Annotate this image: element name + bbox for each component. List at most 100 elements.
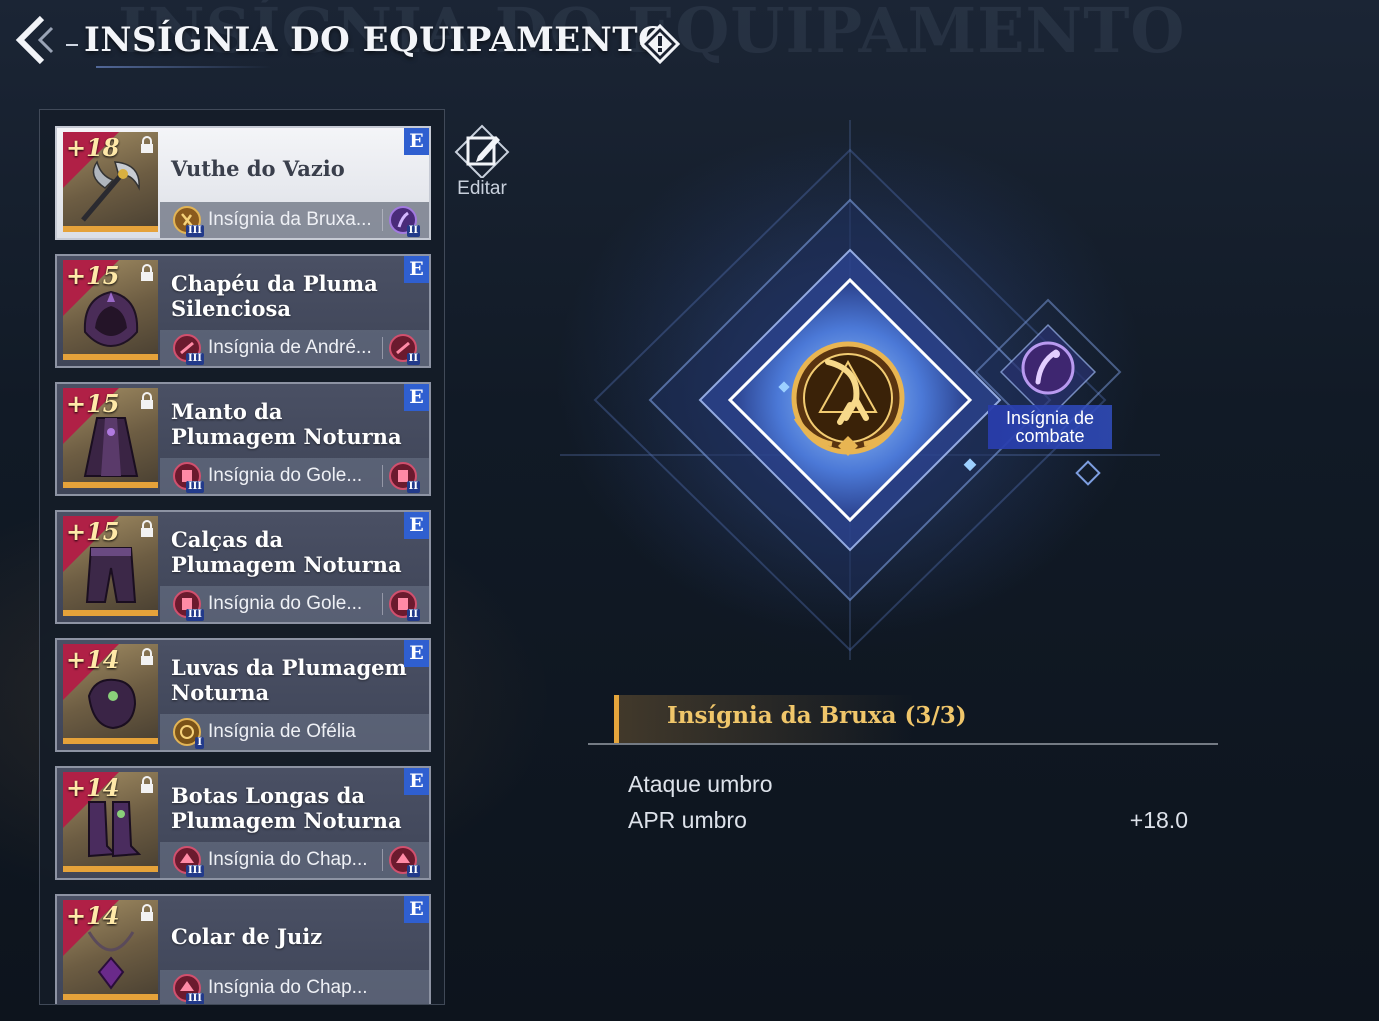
item-name: Vuthe do Vazio [171, 155, 345, 181]
title-underline [96, 66, 271, 68]
edit-button[interactable]: Editar [452, 124, 512, 204]
divider [382, 465, 383, 487]
lock-icon [141, 776, 153, 793]
necklace-icon [87, 931, 135, 990]
insignia-row: III Insígnia da Bruxa... II [160, 202, 429, 238]
detail-divider [588, 743, 1218, 745]
equipment-item-luvas[interactable]: +14 Luvas da Plumagem Noturna E I Insígn… [55, 638, 431, 752]
lock-icon [141, 648, 153, 665]
equipment-item-colar[interactable]: +14 Colar de Juiz E III Insígnia do Chap… [55, 894, 431, 1004]
item-name: Manto da Plumagem Noturna [171, 399, 402, 449]
insignia-name: Insígnia da Bruxa... [208, 209, 372, 230]
golem-insignia-icon: II [388, 461, 420, 493]
cloak-icon [83, 417, 139, 477]
grade-badge: E [404, 256, 429, 283]
hood-icon [83, 290, 139, 348]
witch-claw-insignia-icon [791, 341, 905, 456]
scythe-icon [81, 160, 140, 222]
tier-label: II [406, 609, 420, 621]
item-thumbnail: +15 [63, 260, 158, 360]
equipment-item-chapeu[interactable]: +15 Chapéu da Pluma Silenciosa E III Ins… [55, 254, 431, 368]
divider [382, 849, 383, 871]
insignia-name: Insígnia de André... [208, 337, 372, 358]
item-thumbnail: +14 [63, 772, 158, 872]
stat-label: APR umbro [628, 807, 747, 833]
tier-label: I [195, 737, 204, 749]
lock-icon [141, 136, 153, 153]
lock-icon [141, 392, 153, 409]
stat-value: +18.0 [1129, 807, 1188, 833]
witch-insignia-icon: III [172, 205, 204, 237]
set-bonus-title: Insígnia da Bruxa (3/3) [667, 702, 967, 729]
stat-label: Ataque umbro [628, 771, 773, 797]
red-insignia-icon: II [388, 333, 420, 365]
tier-label: II [406, 865, 420, 877]
info-button[interactable] [639, 23, 681, 65]
equipment-item-manto[interactable]: +15 Manto da Plumagem Noturna E III Insí… [55, 382, 431, 496]
tier-label: III [185, 993, 204, 1004]
divider [382, 209, 383, 231]
hat-insignia-icon: III [172, 973, 204, 1004]
item-name: Botas Longas da Plumagem Noturna [171, 783, 402, 833]
insignia-name: Insígnia do Gole... [208, 593, 363, 614]
combat-insignia-icon: II [388, 205, 420, 237]
tier-label: III [185, 353, 204, 365]
golem-insignia-icon: II [388, 589, 420, 621]
title-dash [66, 44, 78, 46]
insignia-row: III Insígnia do Chap... II [160, 842, 429, 878]
equipment-item-vuthe-do-vazio[interactable]: +18 Vuthe do Vazio E III Insígnia da Bru… [55, 126, 431, 240]
alert-diamond-icon [639, 23, 681, 65]
grade-badge: E [404, 512, 429, 539]
combat-insignia-label: Insígnia de combate [988, 405, 1112, 449]
item-name: Luvas da Plumagem Noturna [171, 655, 407, 705]
tier-label: III [185, 609, 204, 621]
insignia-row: III Insígnia de André... II [160, 330, 429, 366]
insignia-row: III Insígnia do Gole... II [160, 458, 429, 494]
item-thumbnail: +15 [63, 516, 158, 616]
grade-badge: E [404, 640, 429, 667]
insignia-row: III Insígnia do Gole... II [160, 586, 429, 622]
page-title: INSÍGNIA DO EQUIPAMENTO [84, 20, 669, 60]
item-thumbnail: +15 [63, 388, 158, 488]
lock-icon [141, 520, 153, 537]
tier-label: II [406, 481, 420, 493]
golem-insignia-icon: III [172, 589, 204, 621]
insignia-name: Insígnia do Chap... [208, 977, 368, 998]
ophelia-insignia-icon: I [172, 717, 204, 749]
lock-icon [141, 904, 153, 921]
tier-label: III [185, 481, 204, 493]
equipment-item-calcas[interactable]: +15 Calças da Plumagem Noturna E III Ins… [55, 510, 431, 624]
grade-badge: E [404, 896, 429, 923]
hat-insignia-icon: III [172, 845, 204, 877]
hat-insignia-icon: II [388, 845, 420, 877]
grade-badge: E [404, 768, 429, 795]
item-thumbnail: +14 [63, 900, 158, 1000]
edit-icon [454, 124, 510, 180]
grade-badge: E [404, 128, 429, 155]
equipment-item-botas[interactable]: +14 Botas Longas da Plumagem Noturna E I… [55, 766, 431, 880]
tier-label: II [406, 225, 420, 237]
insignia-name: Insígnia do Chap... [208, 849, 368, 870]
golem-insignia-icon: III [172, 461, 204, 493]
equipment-list[interactable]: +18 Vuthe do Vazio E III Insígnia da Bru… [39, 109, 445, 1005]
back-button[interactable] [12, 14, 58, 66]
grade-badge: E [404, 384, 429, 411]
item-thumbnail: +18 [63, 132, 158, 232]
item-thumbnail: +14 [63, 644, 158, 744]
item-name: Colar de Juiz [171, 923, 323, 949]
insignia-name: Insígnia de Ofélia [208, 721, 356, 742]
item-name: Chapéu da Pluma Silenciosa [171, 271, 378, 321]
tier-label: II [406, 353, 420, 365]
gloves-icon [87, 678, 137, 730]
tier-label: III [185, 225, 204, 237]
insignia-name: Insígnia do Gole... [208, 465, 363, 486]
edit-label: Editar [457, 178, 507, 199]
insignia-row: I Insígnia de Ofélia [160, 714, 429, 750]
combat-insignia-icon [1021, 341, 1075, 395]
divider [382, 593, 383, 615]
pants-icon [85, 547, 137, 603]
insignia-board [560, 120, 1160, 660]
divider [382, 337, 383, 359]
red-insignia-icon: III [172, 333, 204, 365]
back-arrow-icon [15, 15, 54, 65]
